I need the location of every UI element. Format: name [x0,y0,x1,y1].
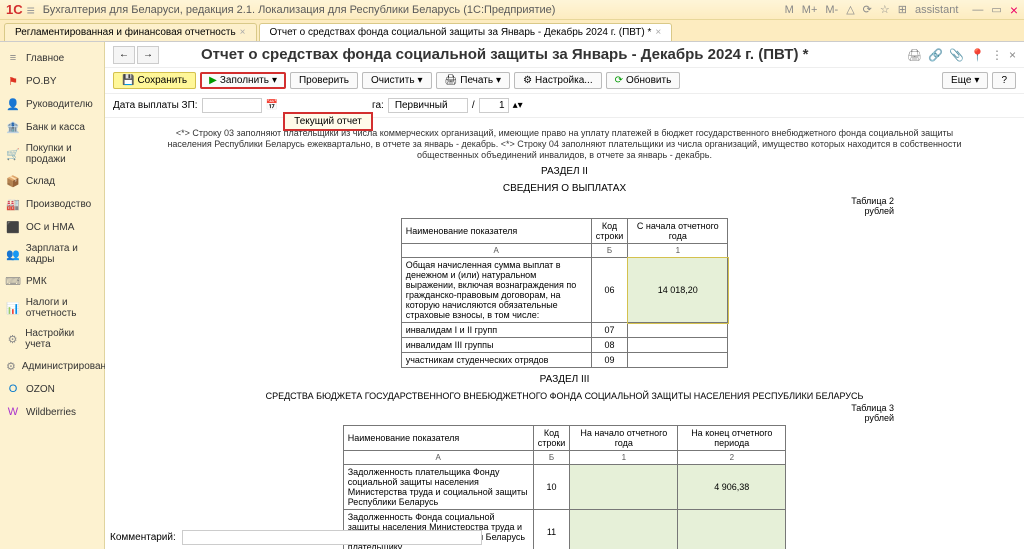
sidebar-item[interactable]: ⚑ PO.BY [0,70,104,92]
sidebar-item[interactable]: 🏭 Производство [0,193,104,215]
comment-label: Комментарий: [110,532,176,543]
tab[interactable]: Регламентированная и финансовая отчетнос… [4,23,257,41]
settings-button[interactable]: ⚙Настройка... [514,72,602,89]
sidebar-label: ОС и НМА [26,222,74,233]
sidebar-label: Wildberries [26,407,76,418]
sidebar-icon: 🏭 [6,197,20,211]
sidebar-label: Производство [26,199,91,210]
more-button[interactable]: Еще▾ [942,72,988,89]
print-icon[interactable]: 🖨 [907,48,922,62]
sidebar-icon: O [6,382,20,396]
kebab-icon[interactable]: ⋮ [991,48,1003,62]
section2-title: РАЗДЕЛ II [115,166,1014,177]
sidebar-label: Склад [26,176,55,187]
clip-icon[interactable]: 📎 [949,48,964,62]
sidebar-label: OZON [26,384,55,395]
num-input[interactable] [479,98,509,113]
sidebar-label: Зарплата и кадры [26,243,98,265]
bell-icon[interactable]: △ [846,3,854,16]
refresh-button[interactable]: ⟳Обновить [606,72,681,89]
tab-close-icon[interactable]: × [655,27,661,38]
sidebar-icon: 📦 [6,174,20,188]
sidebar-item[interactable]: O OZON [0,378,104,400]
sidebar-icon: 🛒 [6,147,20,161]
sidebar-label: Руководителю [26,99,93,110]
sidebar-label: Налоги и отчетность [26,297,98,319]
check-button[interactable]: Проверить [290,72,358,89]
sidebar-item[interactable]: ≡ Главное [0,47,104,69]
maximize-icon[interactable]: ▭ [991,3,1001,16]
sidebar-label: РМК [26,276,47,287]
sys-m[interactable]: M [785,4,794,16]
sidebar-label: Банк и касса [26,122,85,133]
close-page-icon[interactable]: × [1009,48,1016,62]
app-logo: 1C [6,2,23,17]
table2: Наименование показателяКод строкиС начал… [401,218,729,368]
print-button[interactable]: 🖨Печать▾ [436,72,511,89]
footnote: <*> Строку 03 заполняют плательщики из ч… [155,128,974,160]
prim-label: га: [372,100,384,111]
sidebar-icon: 🏦 [6,120,20,134]
menu-icon[interactable]: ≡ [27,2,35,18]
slash: / [472,100,475,111]
history-icon[interactable]: ⟳ [863,3,872,16]
save-button[interactable]: 💾Сохранить [113,72,196,89]
section3-subtitle: СРЕДСТВА БЮДЖЕТА ГОСУДАРСТВЕННОГО ВНЕБЮД… [115,391,1014,401]
back-button[interactable]: ← [113,46,135,64]
sidebar-item[interactable]: ⬛ ОС и НМА [0,216,104,238]
sidebar-item[interactable]: ⌨ РМК [0,270,104,292]
section2-subtitle: СВЕДЕНИЯ О ВЫПЛАТАХ [115,183,1014,194]
forward-button[interactable]: → [137,46,159,64]
calc-icon[interactable]: ⊞ [898,3,907,16]
sidebar-item[interactable]: 📦 Склад [0,170,104,192]
comment-input[interactable] [182,530,482,545]
sidebar-icon: ⬛ [6,220,20,234]
sidebar-icon: 👥 [6,247,20,261]
sidebar-icon: 📊 [6,301,20,315]
sidebar-item[interactable]: 📊 Налоги и отчетность [0,293,104,323]
clear-button[interactable]: Очистить▾ [362,72,432,89]
sys-mplus[interactable]: M+ [802,4,818,16]
cal-icon[interactable]: 📅 [266,100,278,111]
sidebar-item[interactable]: W Wildberries [0,401,104,423]
tab-close-icon[interactable]: × [240,27,246,38]
primary-select[interactable]: Первичный [388,98,468,113]
sidebar-label: Покупки и продажи [26,143,98,165]
sidebar-icon: ⚙ [6,332,19,346]
sidebar-label: Администрирование [22,361,117,372]
sidebar-item[interactable]: 🛒 Покупки и продажи [0,139,104,169]
sidebar-icon: ⚙ [6,359,16,373]
sidebar-item[interactable]: 👤 Руководителю [0,93,104,115]
sidebar-label: Настройки учета [25,328,98,350]
sidebar-icon: ≡ [6,51,20,65]
sidebar-item[interactable]: ⚙Администрирование [0,355,104,377]
page-title: Отчет о средствах фонда социальной защит… [201,46,808,63]
sidebar-label: PO.BY [26,76,57,87]
sys-mminus[interactable]: M- [825,4,838,16]
pin-icon[interactable]: 📍 [970,48,985,62]
num-up-icon[interactable]: ▴▾ [513,100,523,111]
sidebar-icon: W [6,405,20,419]
sidebar-item[interactable]: 👥 Зарплата и кадры [0,239,104,269]
date-label: Дата выплаты ЗП: [113,100,198,111]
minimize-icon[interactable]: — [972,4,983,16]
close-icon[interactable]: × [1010,2,1018,18]
help-button[interactable]: ? [992,72,1016,89]
sidebar-icon: ⌨ [6,274,20,288]
link-icon[interactable]: 🔗 [928,48,943,62]
fill-dropdown-item[interactable]: Текущий отчет [283,112,373,131]
sidebar-item[interactable]: 🏦 Банк и касса [0,116,104,138]
star-icon[interactable]: ☆ [880,3,890,16]
date-input[interactable] [202,98,262,113]
app-title: Бухгалтерия для Беларуси, редакция 2.1. … [43,4,785,16]
fill-button[interactable]: ▶Заполнить▾ [200,72,286,89]
sidebar-label: Главное [26,53,64,64]
tab[interactable]: Отчет о средствах фонда социальной защит… [259,23,673,41]
sidebar-icon: 👤 [6,97,20,111]
user-label[interactable]: assistant [915,4,958,16]
sidebar-icon: ⚑ [6,74,20,88]
sidebar-item[interactable]: ⚙ Настройки учета [0,324,104,354]
section3-title: РАЗДЕЛ III [115,374,1014,385]
